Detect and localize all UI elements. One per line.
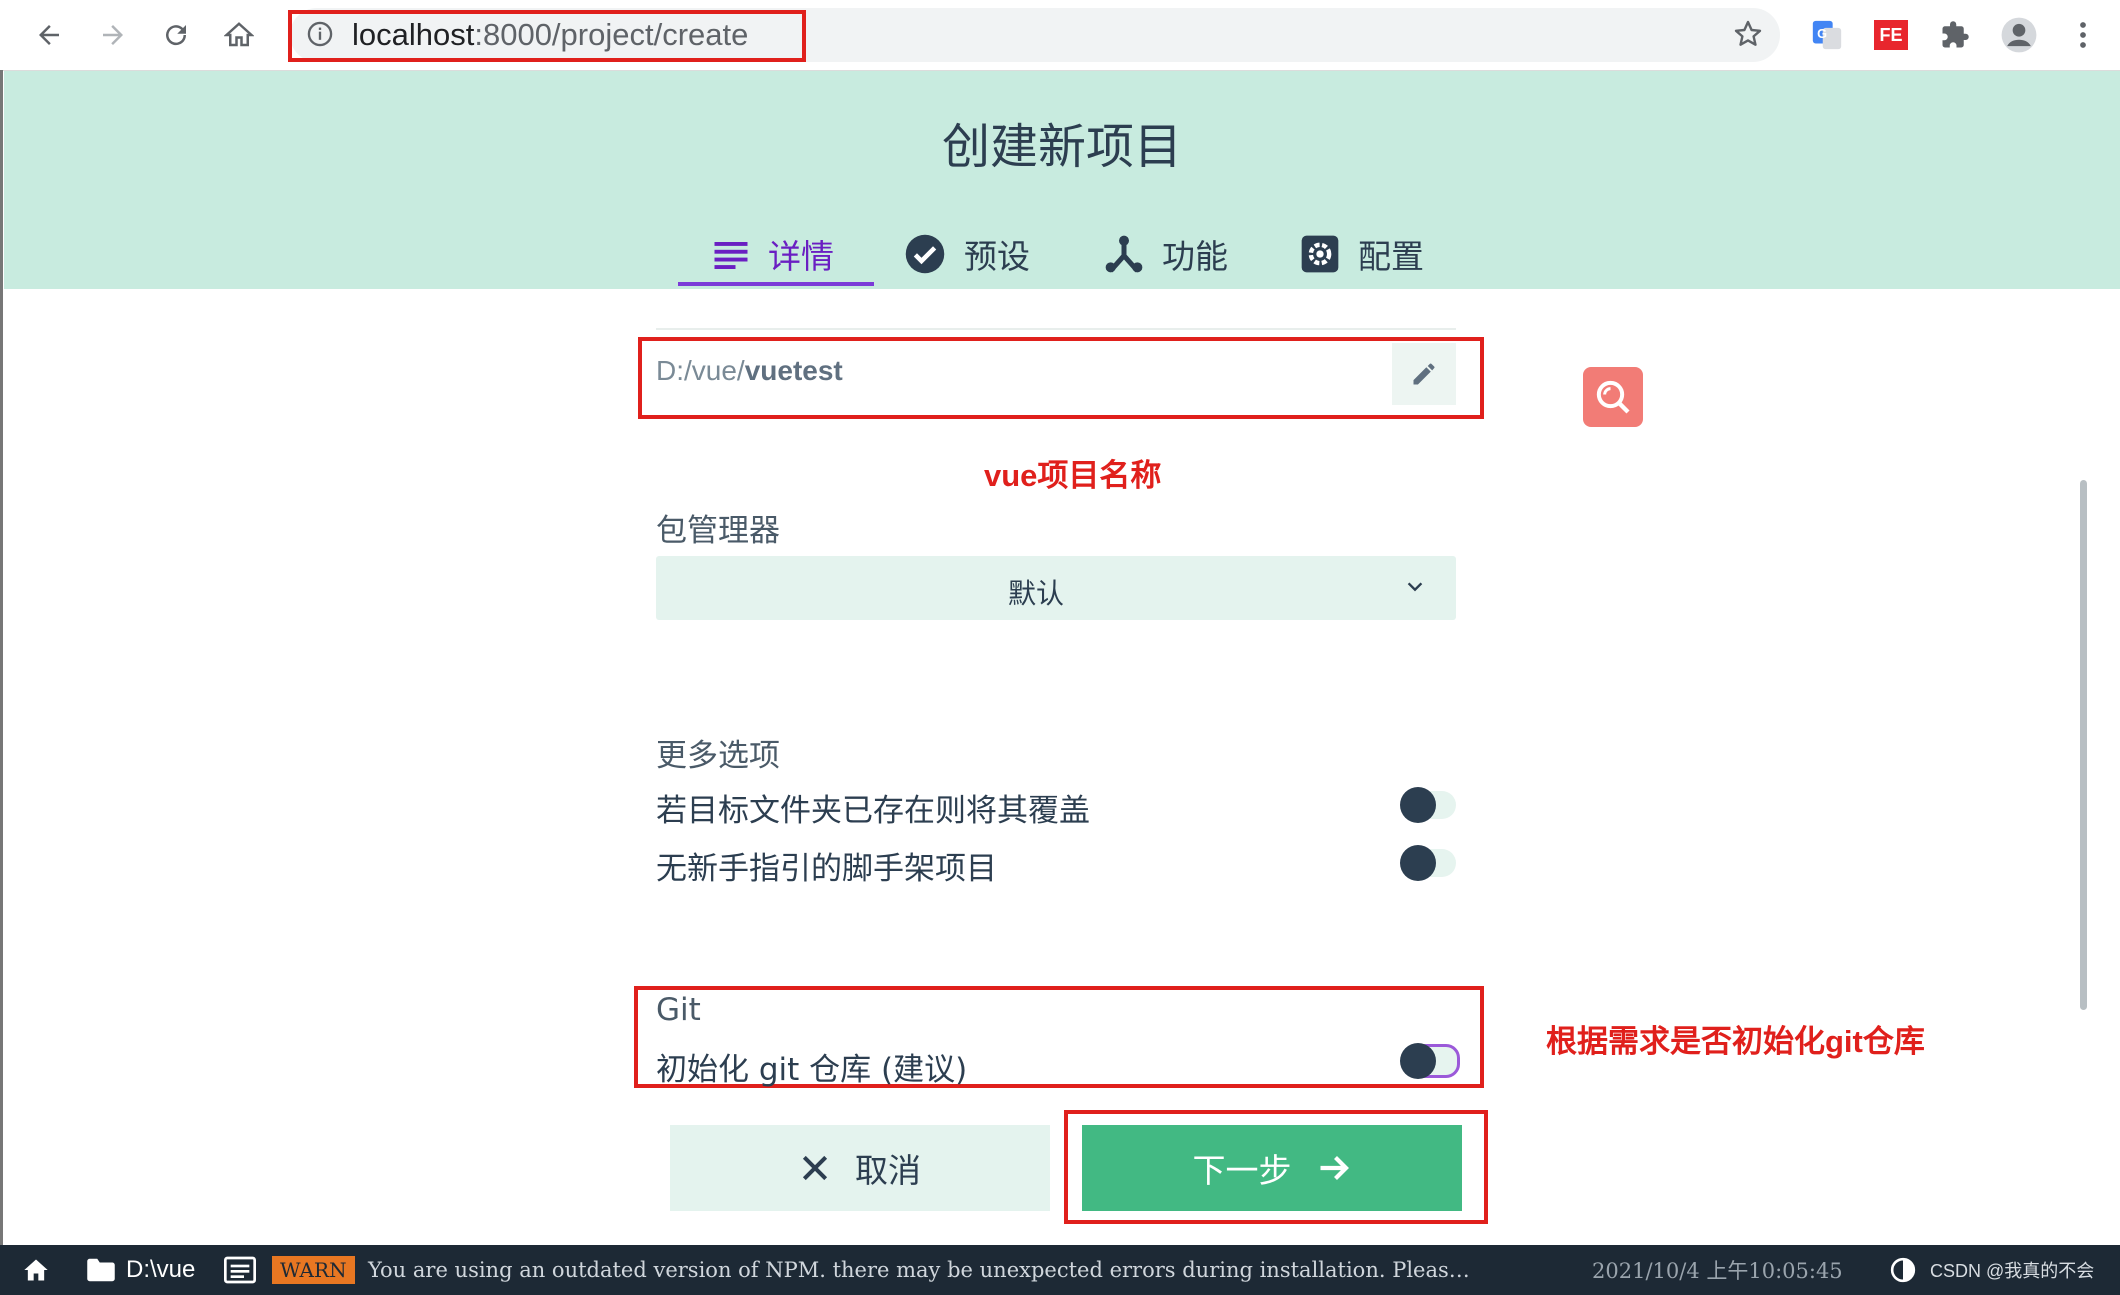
tab-config[interactable]: 配置 — [1300, 219, 1424, 289]
more-options-label: 更多选项 — [656, 738, 780, 774]
fe-label: FE — [1874, 20, 1908, 50]
option-no-guide-label: 无新手指引的脚手架项目 — [656, 851, 997, 887]
log-button[interactable] — [224, 1245, 256, 1295]
window-edge — [0, 70, 3, 1245]
scrollbar[interactable] — [2080, 480, 2087, 1010]
puzzle-icon[interactable] — [1934, 14, 1976, 56]
close-icon — [802, 1155, 828, 1181]
contrast-icon — [1890, 1257, 1916, 1283]
home-icon — [224, 22, 254, 47]
star-icon[interactable] — [1732, 18, 1764, 50]
theme-toggle-button[interactable] — [1890, 1245, 1916, 1295]
browser-toolbar: localhost:8000/project/create G FE — [0, 0, 2120, 71]
list-icon — [714, 242, 748, 269]
toggle-knob — [1400, 1043, 1436, 1079]
console-icon — [224, 1256, 256, 1284]
folder-button[interactable]: D:\vue — [86, 1245, 195, 1295]
home-button[interactable] — [22, 1245, 50, 1295]
tab-features[interactable]: 功能 — [1104, 219, 1228, 289]
warn-badge: WARN — [272, 1256, 355, 1284]
kebab-menu-icon[interactable] — [2062, 14, 2104, 56]
tab-label: 功能 — [1162, 237, 1228, 276]
option-no-guide-toggle[interactable] — [1400, 845, 1456, 881]
annotation-box-path — [638, 337, 1484, 419]
project-name-field-edge — [656, 318, 1456, 330]
reload-icon — [166, 25, 187, 46]
next-button[interactable]: 下一步 — [1082, 1125, 1462, 1211]
home-icon — [24, 1259, 48, 1281]
arrow-left-icon — [39, 25, 59, 45]
log-message[interactable]: You are using an outdated version of NPM… — [368, 1245, 1470, 1295]
tab-presets[interactable]: 预设 — [904, 219, 1030, 289]
check-circle-icon — [905, 234, 945, 274]
fork-icon — [1105, 235, 1143, 273]
package-manager-value: 默认 — [1007, 577, 1064, 610]
url-path: :8000/project/create — [474, 17, 749, 52]
warn-badge-wrap: WARN — [272, 1245, 355, 1295]
annotation-git: 根据需求是否初始化git仓库 — [1546, 1024, 1925, 1059]
tab-label: 详情 — [768, 237, 834, 276]
next-label: 下一步 — [1192, 1151, 1292, 1190]
watermark: CSDN @我真的不会 — [1930, 1261, 2095, 1281]
forward-button[interactable] — [92, 14, 134, 56]
search-icon — [1596, 380, 1630, 414]
arrow-right-icon — [103, 25, 123, 45]
folder-icon — [87, 1258, 115, 1282]
package-manager-label: 包管理器 — [656, 513, 780, 549]
profile-avatar-icon[interactable] — [1998, 14, 2040, 56]
cancel-label: 取消 — [855, 1151, 921, 1190]
back-button[interactable] — [28, 14, 70, 56]
arrow-right-icon — [1320, 1156, 1349, 1180]
status-bar: D:\vue WARN You are using an outdated ve… — [0, 1245, 2120, 1295]
tab-label: 配置 — [1358, 237, 1424, 276]
tab-label: 预设 — [964, 237, 1030, 276]
option-overwrite-label: 若目标文件夹已存在则将其覆盖 — [656, 793, 1090, 829]
folder-path: D:\vue — [126, 1256, 196, 1283]
svg-text:G: G — [1817, 26, 1827, 41]
fe-extension-icon[interactable]: FE — [1870, 14, 1912, 56]
tab-details[interactable]: 详情 — [712, 219, 834, 289]
info-icon[interactable] — [306, 20, 334, 48]
toggle-knob — [1400, 787, 1436, 823]
chevron-down-icon — [1407, 582, 1423, 592]
active-tab-indicator — [678, 282, 874, 286]
option-overwrite-toggle[interactable] — [1400, 787, 1456, 823]
reload-button[interactable] — [155, 14, 197, 56]
home-button[interactable] — [218, 14, 260, 56]
git-init-toggle[interactable] — [1400, 1043, 1460, 1079]
gear-icon — [1301, 235, 1339, 273]
google-translate-icon[interactable]: G — [1806, 14, 1848, 56]
log-timestamp: 2021/10/4 上午10:05:45 — [1592, 1259, 1843, 1283]
cancel-button[interactable]: 取消 — [670, 1125, 1050, 1211]
page-title: 创建新项目 — [941, 119, 1182, 175]
annotation-project-name: vue项目名称 — [984, 458, 1162, 493]
package-manager-select[interactable]: 默认 — [656, 556, 1456, 620]
page-header: 创建新项目 详情 预设 功能 配置 — [4, 71, 2120, 289]
url-text[interactable]: localhost:8000/project/create — [352, 10, 748, 60]
git-init-label: 初始化 git 仓库 (建议) — [656, 1052, 968, 1088]
git-label: Git — [656, 992, 701, 1028]
search-button[interactable] — [1583, 367, 1643, 427]
url-host: localhost — [352, 17, 475, 52]
toggle-knob — [1400, 845, 1436, 881]
